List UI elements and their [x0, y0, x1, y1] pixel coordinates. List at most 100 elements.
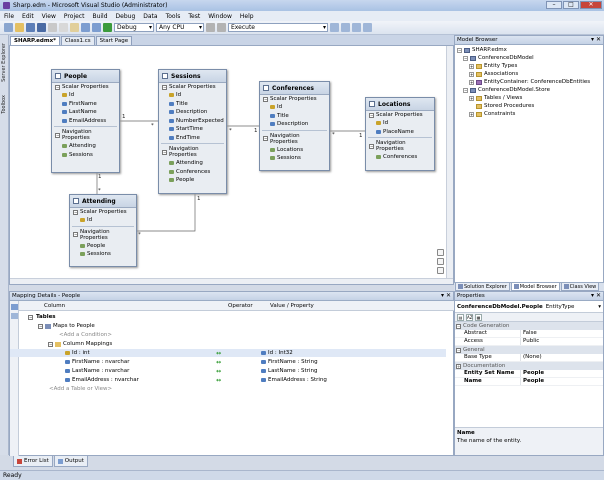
property-item[interactable]: EndTime [159, 134, 226, 143]
property-item[interactable]: Id [366, 119, 434, 128]
menu-test[interactable]: Test [188, 13, 200, 20]
tables-node[interactable]: − Tables [28, 313, 56, 321]
nav-property-item[interactable]: Locations [260, 146, 329, 155]
add-condition[interactable]: <Add a Condition> [59, 331, 112, 339]
save-all-icon[interactable] [37, 23, 46, 32]
property-item[interactable]: Id [260, 103, 329, 112]
zoom-out-icon[interactable] [437, 267, 444, 274]
tree-node[interactable]: + Associations [457, 70, 603, 78]
mapping-row[interactable]: FirstName : nvarchar ↔ FirstName : Strin… [10, 358, 446, 366]
properties-object-selector[interactable]: ConferenceDbModel.People EntityType ▾ [455, 301, 603, 313]
tree-node[interactable]: − SHARP.edmx [457, 46, 603, 54]
close-icon[interactable]: ▾ ✕ [591, 292, 601, 300]
map-entity-to-functions-icon[interactable] [11, 313, 18, 319]
menu-data[interactable]: Data [143, 13, 157, 20]
navigation-properties-section[interactable]: − Navigation Properties [52, 128, 119, 142]
cut-icon[interactable] [48, 23, 57, 32]
menu-edit[interactable]: Edit [22, 13, 34, 20]
tree-node[interactable]: + Entity Types [457, 62, 603, 70]
property-item[interactable]: EmailAddress [52, 117, 119, 126]
property-row[interactable]: Abstract False [455, 330, 603, 338]
nav-property-item[interactable]: Conferences [366, 153, 434, 162]
close-icon[interactable]: ▾ ✕ [441, 292, 451, 300]
tree-node[interactable]: + Tables / Views [457, 94, 603, 102]
close-button[interactable]: ✕ [580, 1, 602, 9]
property-row[interactable]: Name People [455, 378, 603, 386]
menu-build[interactable]: Build [92, 13, 107, 20]
scalar-properties-section[interactable]: − Scalar Properties [366, 111, 434, 119]
scalar-properties-section[interactable]: − Scalar Properties [52, 83, 119, 91]
menu-debug[interactable]: Debug [116, 13, 136, 20]
object-browser-icon[interactable] [352, 23, 361, 32]
property-item[interactable]: Title [159, 100, 226, 109]
configuration-select[interactable]: Debug [114, 23, 154, 32]
property-item[interactable]: Description [159, 108, 226, 117]
entity-people[interactable]: People − Scalar Properties Id FirstName L… [51, 69, 120, 173]
entity-attending[interactable]: Attending − Scalar Properties Id − Navigat… [69, 194, 137, 267]
navigation-properties-section[interactable]: − Navigation Properties [70, 228, 136, 242]
nav-property-item[interactable]: Conferences [159, 168, 226, 177]
zoom-in-icon[interactable] [437, 249, 444, 256]
pin-icon[interactable]: ▾ ✕ [591, 36, 601, 44]
platform-select[interactable]: Any CPU [156, 23, 204, 32]
menu-file[interactable]: File [4, 13, 14, 20]
tab-class1-cs[interactable]: Class1.cs [61, 36, 95, 45]
tab-model-browser[interactable]: Model Browser [510, 283, 560, 291]
menu-view[interactable]: View [42, 13, 56, 20]
tab-sharp-edmx[interactable]: SHARP.edmx* [10, 36, 60, 45]
navigation-properties-section[interactable]: − Navigation Properties [260, 132, 329, 146]
property-pages-icon[interactable]: ▦ [475, 314, 482, 321]
property-item[interactable]: LastName [52, 108, 119, 117]
find-in-files-icon[interactable] [217, 23, 226, 32]
tree-node[interactable]: + Constraints [457, 110, 603, 118]
entity-locations[interactable]: Locations − Scalar Properties Id PlaceNam… [365, 97, 435, 171]
menu-help[interactable]: Help [240, 13, 254, 20]
open-file-icon[interactable] [15, 23, 24, 32]
property-row[interactable]: Entity Set Name People [455, 370, 603, 378]
property-item[interactable]: Id [52, 91, 119, 100]
tab-solution-explorer[interactable]: Solution Explorer [455, 283, 510, 291]
entity-header[interactable]: Sessions [159, 70, 226, 83]
entity-header[interactable]: People [52, 70, 119, 83]
toolbox-tab[interactable]: Toolbox [1, 95, 8, 114]
tree-node[interactable]: − ConferenceDbModel [457, 54, 603, 62]
scalar-properties-section[interactable]: − Scalar Properties [70, 208, 136, 216]
nav-property-item[interactable]: Sessions [70, 250, 136, 259]
tree-node[interactable]: + EntityContainer: ConferenceDbEntities [457, 78, 603, 86]
navigation-properties-section[interactable]: − Navigation Properties [159, 145, 226, 159]
undo-icon[interactable] [81, 23, 90, 32]
scalar-properties-section[interactable]: − Scalar Properties [260, 95, 329, 103]
scalar-properties-section[interactable]: − Scalar Properties [159, 83, 226, 91]
nav-property-item[interactable]: Attending [159, 159, 226, 168]
menu-project[interactable]: Project [64, 13, 85, 20]
entity-header[interactable]: Conferences [260, 82, 329, 95]
paste-icon[interactable] [70, 23, 79, 32]
properties-icon[interactable] [341, 23, 350, 32]
start-debugging-icon[interactable] [103, 23, 112, 32]
maps-to-node[interactable]: − Maps to People [38, 322, 95, 330]
mapping-row[interactable]: Id : int ↔ Id : Int32 [10, 349, 446, 357]
navigation-properties-section[interactable]: − Navigation Properties [366, 139, 434, 153]
mapping-row[interactable]: EmailAddress : nvarchar ↔ EmailAddress :… [10, 376, 446, 384]
entity-header[interactable]: Locations [366, 98, 434, 111]
property-item[interactable]: StartTime [159, 125, 226, 134]
nav-property-item[interactable]: Attending [52, 142, 119, 151]
entity-sessions[interactable]: Sessions − Scalar Properties Id Title Des… [158, 69, 227, 194]
category-documentation[interactable]: + Documentation [455, 362, 603, 370]
redo-icon[interactable] [92, 23, 101, 32]
minimize-button[interactable]: – [546, 1, 562, 9]
tab-start-page[interactable]: Start Page [95, 36, 133, 45]
alphabetical-icon[interactable]: AZ [466, 314, 473, 321]
property-item[interactable]: NumberExpected [159, 117, 226, 126]
category-general[interactable]: − General [455, 346, 603, 354]
nav-property-item[interactable]: People [159, 176, 226, 185]
category-code-generation[interactable]: − Code Generation [455, 322, 603, 330]
property-item[interactable]: Description [260, 120, 329, 129]
copy-icon[interactable] [59, 23, 68, 32]
map-entity-to-tables-icon[interactable] [11, 304, 18, 310]
save-icon[interactable] [26, 23, 35, 32]
canvas-horizontal-scrollbar[interactable] [10, 278, 453, 284]
nav-property-item[interactable]: Sessions [52, 151, 119, 160]
property-row[interactable]: Base Type (None) [455, 354, 603, 362]
zoom-100-icon[interactable] [437, 258, 444, 265]
